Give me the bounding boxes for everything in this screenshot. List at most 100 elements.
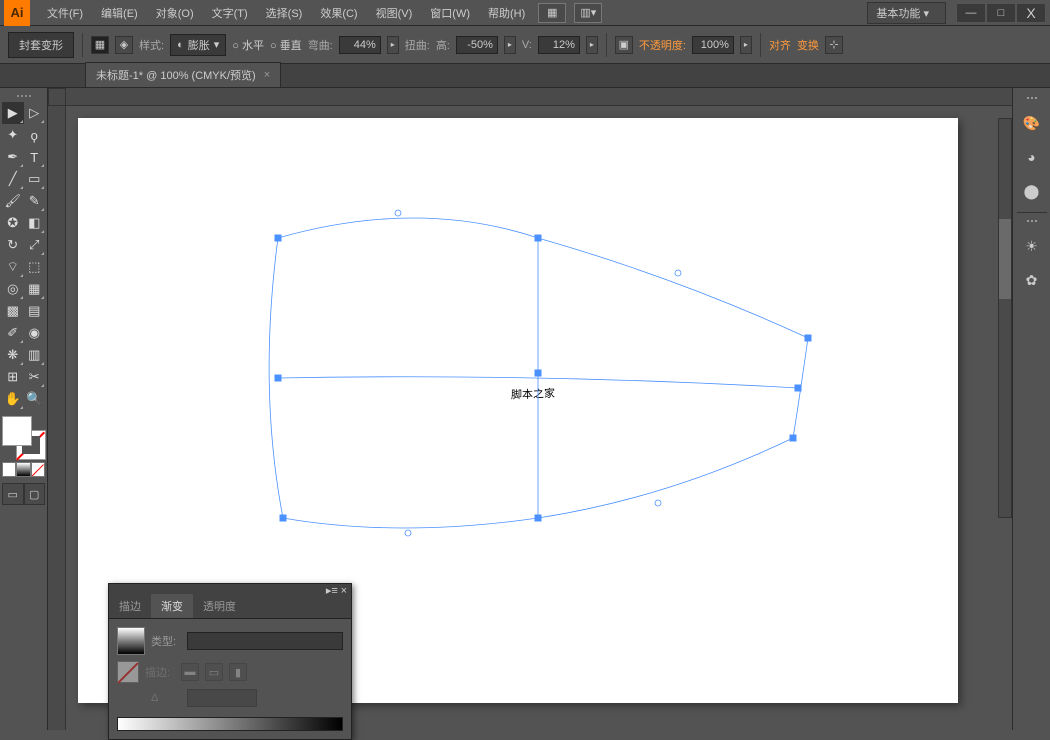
workspace-label: 基本功能 — [876, 8, 920, 20]
gradient-panel[interactable]: ▸≡ × 描边 渐变 透明度 类型: 描边: ▬ ▭ ▮ Δ — [108, 583, 352, 740]
tab-gradient[interactable]: 渐变 — [151, 594, 193, 618]
shape-builder-tool[interactable]: ◎ — [2, 278, 24, 300]
gradient-mode-btn[interactable] — [16, 462, 30, 477]
close-button[interactable]: X — [1016, 3, 1046, 23]
opacity-stepper[interactable]: ▸ — [740, 36, 752, 54]
dock-gripper-2[interactable] — [1017, 217, 1047, 225]
color-panel-icon[interactable]: 🎨 — [1017, 108, 1047, 138]
slice-tool[interactable]: ✂ — [24, 366, 46, 388]
vertical-scrollbar[interactable] — [998, 118, 1012, 518]
eraser-tool[interactable]: ◧ — [24, 212, 46, 234]
orient-v-radio[interactable]: ○ 垂直 — [270, 37, 302, 53]
envelope-options-icon[interactable]: ▣ — [615, 36, 633, 54]
envelope-mesh-icon[interactable]: ▦ — [91, 36, 109, 54]
blend-tool[interactable]: ◉ — [24, 322, 46, 344]
align-link[interactable]: 对齐 — [769, 37, 791, 53]
selection-tool[interactable]: ▶ — [2, 102, 24, 124]
gradient-tool[interactable]: ▤ — [24, 300, 46, 322]
ruler-origin[interactable] — [48, 88, 66, 106]
doc-setup-icon[interactable]: ▦ — [538, 3, 566, 23]
zoom-tool[interactable]: 🔍 — [24, 388, 46, 410]
blob-brush-tool[interactable]: ✪ — [2, 212, 24, 234]
color-mode-btn[interactable] — [2, 462, 16, 477]
envelope-warp-icon[interactable]: ◈ — [115, 36, 133, 54]
orient-h-radio[interactable]: ○ 水平 — [232, 37, 264, 53]
panel-gripper[interactable] — [2, 92, 45, 100]
panel-header[interactable]: ▸≡ × — [109, 584, 351, 594]
envelope-anchors[interactable] — [275, 210, 811, 536]
width-tool[interactable]: ⌔ — [2, 256, 24, 278]
fill-swatch[interactable] — [2, 416, 32, 446]
warped-text: 脚本之家 — [511, 386, 555, 402]
ruler-horizontal[interactable] — [66, 88, 1012, 106]
swatches-panel-icon[interactable]: ⬤ — [1017, 176, 1047, 206]
warp-style-dropdown[interactable]: ◐膨胀▾ — [170, 34, 226, 56]
distort-v-input[interactable] — [538, 36, 580, 54]
brushes-panel-icon[interactable]: ☀ — [1017, 231, 1047, 261]
mesh-tool[interactable]: ▩ — [2, 300, 24, 322]
perspective-tool[interactable]: ▦ — [24, 278, 46, 300]
eyedropper-tool[interactable]: ✐ — [2, 322, 24, 344]
bend-stepper[interactable]: ▸ — [387, 36, 399, 54]
arrange-docs-icon[interactable]: ▥▾ — [574, 3, 602, 23]
stroke-mode-2: ▭ — [205, 663, 223, 681]
menu-effect[interactable]: 效果(C) — [311, 0, 366, 26]
none-mode-btn[interactable] — [31, 462, 45, 477]
menu-type[interactable]: 文字(T) — [203, 0, 257, 26]
screen-mode-btn[interactable]: ▢ — [24, 483, 46, 505]
menu-select[interactable]: 选择(S) — [257, 0, 312, 26]
workspace-switcher[interactable]: 基本功能 ▾ — [867, 2, 946, 24]
pencil-tool[interactable]: ✎ — [24, 190, 46, 212]
tab-transparency[interactable]: 透明度 — [193, 594, 246, 618]
hand-tool[interactable]: ✋ — [2, 388, 24, 410]
type-tool[interactable]: T — [24, 146, 46, 168]
panel-body: 类型: 描边: ▬ ▭ ▮ Δ — [109, 619, 351, 739]
opacity-input[interactable] — [692, 36, 734, 54]
artboard-tool[interactable]: ⊞ — [2, 366, 24, 388]
stroke-mode-3: ▮ — [229, 663, 247, 681]
menu-edit[interactable]: 编辑(E) — [92, 0, 147, 26]
fill-stroke-swatch[interactable] — [2, 416, 46, 460]
distort-h-label: 高: — [436, 37, 450, 53]
menu-view[interactable]: 视图(V) — [367, 0, 422, 26]
gradient-type-dropdown[interactable] — [187, 632, 343, 650]
rectangle-tool[interactable]: ▭ — [24, 168, 46, 190]
draw-normal-btn[interactable]: ▭ — [2, 483, 24, 505]
free-transform-tool[interactable]: ⬚ — [24, 256, 46, 278]
magic-wand-tool[interactable]: ✦ — [2, 124, 24, 146]
distort-h-stepper[interactable]: ▸ — [504, 36, 516, 54]
graph-tool[interactable]: ▥ — [24, 344, 46, 366]
color-guide-icon[interactable]: ◕ — [1017, 142, 1047, 172]
transform-link[interactable]: 变换 — [797, 37, 819, 53]
menu-file[interactable]: 文件(F) — [38, 0, 92, 26]
pen-tool[interactable]: ✒ — [2, 146, 24, 168]
distort-h-input[interactable] — [456, 36, 498, 54]
line-tool[interactable]: ╱ — [2, 168, 24, 190]
gradient-slider[interactable] — [117, 717, 343, 731]
direct-selection-tool[interactable]: ▷ — [24, 102, 46, 124]
document-tab[interactable]: 未标题-1* @ 100% (CMYK/预览) × — [85, 62, 281, 87]
paintbrush-tool[interactable]: 🖌 — [2, 190, 24, 212]
maximize-button[interactable]: □ — [986, 3, 1016, 23]
envelope-object[interactable]: 脚本之家 — [238, 208, 828, 548]
scrollbar-thumb[interactable] — [999, 219, 1011, 299]
panel-close-icon[interactable]: × — [341, 585, 347, 597]
scale-tool[interactable]: ⤢ — [24, 234, 46, 256]
tab-stroke[interactable]: 描边 — [109, 594, 151, 618]
symbol-sprayer-tool[interactable]: ❋ — [2, 344, 24, 366]
dock-gripper[interactable] — [1017, 94, 1047, 102]
document-tab-close[interactable]: × — [264, 69, 270, 81]
panel-menu-icon[interactable]: ▸≡ — [326, 585, 338, 597]
symbols-panel-icon[interactable]: ✿ — [1017, 265, 1047, 295]
ruler-vertical[interactable] — [48, 106, 66, 730]
menu-window[interactable]: 窗口(W) — [421, 0, 479, 26]
menu-help[interactable]: 帮助(H) — [479, 0, 534, 26]
lasso-tool[interactable]: ϙ — [24, 124, 46, 146]
rotate-tool[interactable]: ↻ — [2, 234, 24, 256]
minimize-button[interactable]: — — [956, 3, 986, 23]
gradient-preview[interactable] — [117, 627, 145, 655]
distort-v-stepper[interactable]: ▸ — [586, 36, 598, 54]
isolate-icon[interactable]: ⊹ — [825, 36, 843, 54]
menu-object[interactable]: 对象(O) — [147, 0, 203, 26]
bend-input[interactable] — [339, 36, 381, 54]
